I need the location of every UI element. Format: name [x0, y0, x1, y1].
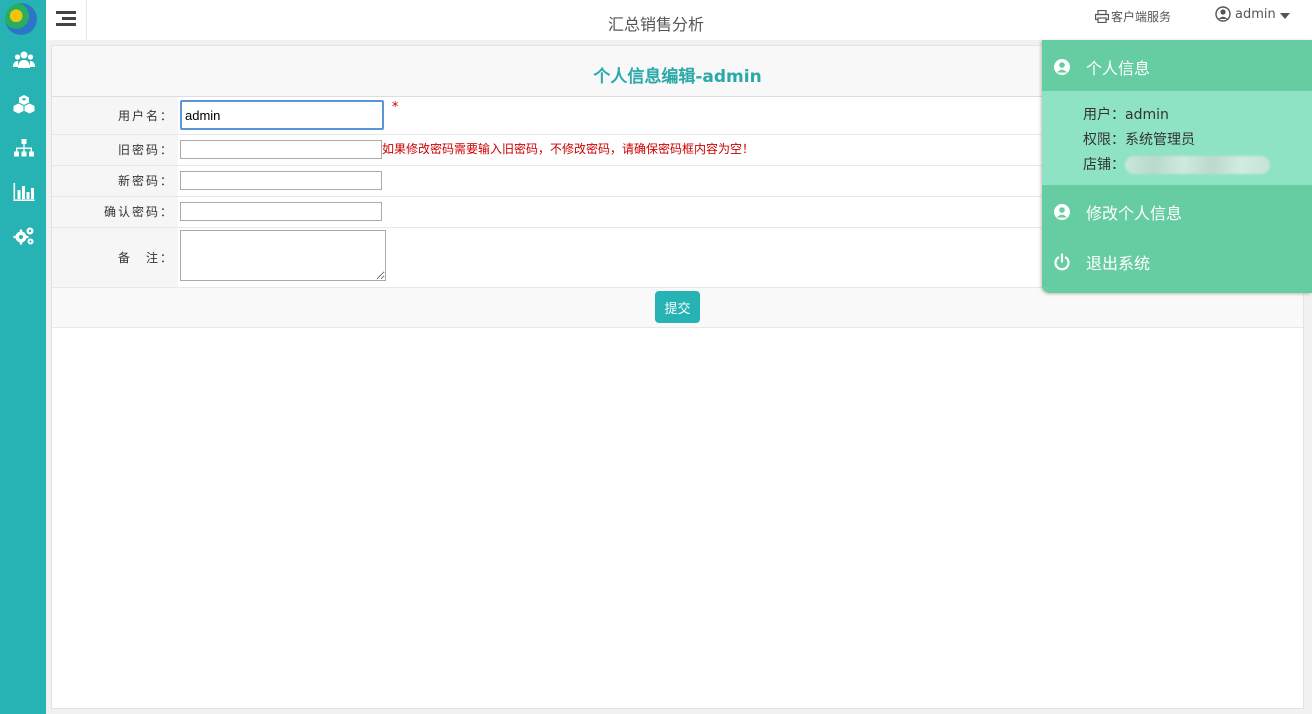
client-service-label: 客户端服务 [1111, 10, 1172, 24]
user-menu-label: admin [1235, 6, 1276, 22]
password-hint: 如果修改密码需要输入旧密码，不修改密码，请确保密码框内容为空！ [382, 142, 755, 156]
submit-row: 提交 [52, 287, 1303, 328]
logout-item[interactable]: 退出系统 [1042, 237, 1312, 287]
cubes-icon[interactable] [13, 94, 35, 114]
power-icon [1054, 253, 1070, 271]
app-logo [5, 3, 37, 35]
permission-value: 系统管理员 [1125, 132, 1195, 148]
user-circle-icon [1215, 6, 1231, 22]
store-label: 店铺： [1083, 157, 1125, 173]
edit-info-item[interactable]: 修改个人信息 [1042, 187, 1312, 237]
user-value: admin [1125, 107, 1169, 123]
personal-info-item[interactable]: 个人信息 [1042, 42, 1312, 92]
username-label: 用户名： [52, 97, 178, 135]
required-mark: * [391, 100, 399, 116]
username-input[interactable] [180, 100, 384, 131]
printer-icon [1095, 10, 1109, 23]
logout-label: 退出系统 [1086, 254, 1151, 273]
old-password-label: 旧密码： [52, 134, 178, 166]
confirm-password-label: 确认密码： [52, 196, 178, 228]
users-icon[interactable] [13, 50, 35, 70]
remark-textarea[interactable] [180, 230, 386, 281]
personal-info-label: 个人信息 [1086, 59, 1151, 78]
user-menu[interactable]: admin [1215, 6, 1290, 22]
top-bar: 汇总销售分析 客户端服务 admin [46, 0, 1312, 40]
page-title: 汇总销售分析 [607, 15, 704, 34]
sidebar [0, 0, 46, 714]
user-label: 用户： [1083, 107, 1125, 123]
old-password-input[interactable] [180, 140, 382, 159]
confirm-password-input[interactable] [180, 202, 382, 221]
permission-label: 权限： [1083, 132, 1125, 148]
gears-icon[interactable] [13, 226, 35, 246]
client-service-link[interactable]: 客户端服务 [1095, 8, 1171, 25]
bar-chart-icon[interactable] [13, 182, 35, 202]
edit-info-label: 修改个人信息 [1086, 204, 1183, 223]
store-value-redacted [1125, 156, 1270, 174]
sitemap-icon[interactable] [13, 138, 35, 158]
new-password-input[interactable] [180, 171, 382, 190]
user-circle-icon [1054, 59, 1070, 75]
user-dropdown: 个人信息 用户：admin 权限：系统管理员 店铺： 修改个人信息 退出系统 [1042, 40, 1312, 293]
remark-label: 备 注： [52, 227, 178, 288]
submit-button[interactable]: 提交 [655, 291, 700, 323]
user-info-box: 用户：admin 权限：系统管理员 店铺： [1042, 91, 1312, 185]
user-circle-icon [1054, 204, 1070, 220]
new-password-label: 新密码： [52, 165, 178, 197]
caret-down-icon [1279, 12, 1290, 19]
